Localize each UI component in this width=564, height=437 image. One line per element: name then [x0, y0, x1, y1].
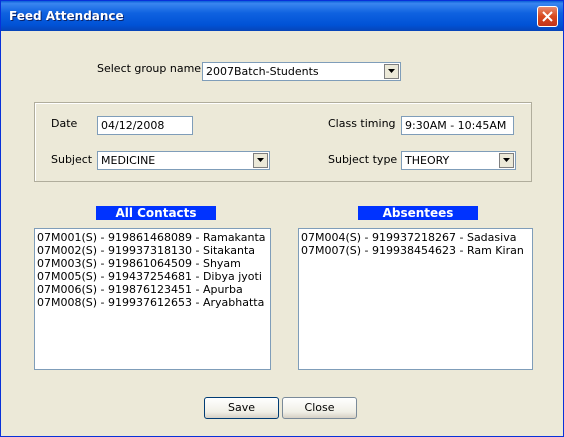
all-contacts-list[interactable]: 07M001(S) - 919861468089 - Ramakanta 07M…	[34, 228, 271, 370]
all-contacts-header: All Contacts	[96, 206, 216, 220]
list-item[interactable]: 07M001(S) - 919861468089 - Ramakanta	[37, 231, 268, 244]
list-item[interactable]: 07M005(S) - 919437254681 - Dibya jyoti	[37, 270, 268, 283]
feed-attendance-window: Feed Attendance Select group name 2007Ba…	[0, 0, 564, 437]
close-window-button[interactable]	[537, 6, 558, 27]
class-timing-label: Class timing	[328, 117, 396, 130]
close-button[interactable]: Close	[282, 397, 357, 419]
list-item[interactable]: 07M007(S) - 919938454623 - Ram Kiran	[301, 244, 530, 257]
chevron-down-icon	[257, 158, 264, 162]
title-bar: Feed Attendance	[1, 1, 563, 31]
subject-label: Subject	[51, 153, 93, 166]
subject-select[interactable]: MEDICINE	[97, 151, 270, 170]
absentees-list[interactable]: 07M004(S) - 919937218267 - Sadasiva 07M0…	[298, 228, 533, 370]
subject-value: MEDICINE	[101, 154, 156, 167]
class-timing-field[interactable]: 9:30AM - 10:45AM	[401, 116, 514, 135]
list-item[interactable]: 07M008(S) - 919937612653 - Aryabhatta	[37, 296, 268, 309]
subject-type-select[interactable]: THEORY	[401, 151, 516, 170]
list-item[interactable]: 07M006(S) - 919876123451 - Apurba	[37, 283, 268, 296]
close-icon	[542, 11, 553, 22]
subject-type-dropdown-button[interactable]	[499, 153, 514, 168]
list-item[interactable]: 07M002(S) - 919937318130 - Sitakanta	[37, 244, 268, 257]
list-item[interactable]: 07M003(S) - 919861064509 - Shyam	[37, 257, 268, 270]
absentees-header: Absentees	[358, 206, 478, 220]
group-name-value: 2007Batch-Students	[206, 65, 319, 78]
date-field[interactable]: 04/12/2008	[97, 116, 193, 135]
save-button[interactable]: Save	[204, 397, 279, 419]
group-dropdown-button[interactable]	[384, 64, 399, 79]
window-title: Feed Attendance	[9, 9, 124, 23]
chevron-down-icon	[503, 158, 510, 162]
group-name-label: Select group name	[97, 62, 202, 75]
chevron-down-icon	[388, 69, 395, 73]
subject-type-value: THEORY	[405, 154, 450, 167]
date-label: Date	[51, 117, 78, 130]
subject-type-label: Subject type	[328, 153, 398, 166]
group-name-select[interactable]: 2007Batch-Students	[202, 62, 401, 81]
list-item[interactable]: 07M004(S) - 919937218267 - Sadasiva	[301, 231, 530, 244]
subject-dropdown-button[interactable]	[253, 153, 268, 168]
class-details-group	[34, 102, 532, 182]
